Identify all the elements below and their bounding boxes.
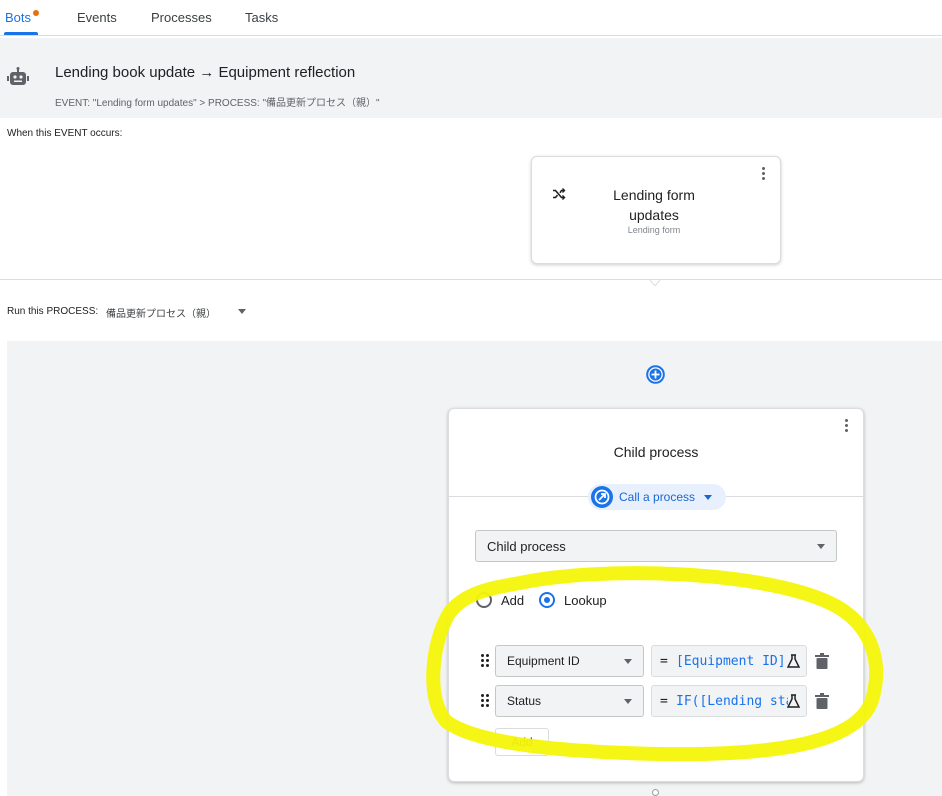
connector-notch (650, 280, 660, 286)
radio-lookup-label: Lookup (564, 593, 607, 608)
column-select-value: Status (507, 694, 542, 708)
process-dropdown-caret-icon[interactable] (238, 309, 246, 314)
chevron-down-icon (624, 659, 632, 664)
step-more-menu-icon[interactable] (845, 419, 849, 433)
section-divider (0, 279, 942, 280)
process-select[interactable]: 備品更新プロセス（親） (106, 305, 216, 320)
expression-field[interactable]: = [Equipment ID] (651, 645, 807, 677)
radio-add-label: Add (501, 593, 525, 608)
expression-text: IF([Lending status] (676, 694, 788, 709)
top-tab-bar: Bots Events Processes Tasks (0, 0, 942, 36)
event-more-menu-icon[interactable] (762, 167, 766, 181)
chevron-down-icon (704, 495, 712, 500)
tab-processes[interactable]: Processes (151, 10, 212, 25)
connector-circle (652, 789, 659, 796)
column-select[interactable]: Equipment ID (495, 645, 644, 677)
tab-bots[interactable]: Bots (5, 10, 31, 25)
flask-icon[interactable] (787, 654, 800, 668)
expression-equals: = (660, 654, 668, 669)
chevron-down-icon (817, 544, 825, 549)
process-section-label: Run this PROCESS: (7, 306, 99, 317)
radio-add[interactable] (476, 592, 492, 608)
chevron-down-icon (624, 699, 632, 704)
event-card[interactable]: Lending form updates Lending form (531, 156, 781, 264)
radio-lookup[interactable] (539, 592, 555, 608)
step-title: Child process (613, 444, 699, 460)
shuffle-icon (553, 188, 566, 200)
active-tab-indicator (4, 32, 38, 35)
bot-subtitle: EVENT: "Lending form updates" > PROCESS:… (55, 98, 380, 109)
column-select[interactable]: Status (495, 685, 644, 717)
flask-icon[interactable] (787, 694, 800, 708)
tab-tasks[interactable]: Tasks (245, 10, 278, 25)
event-card-title: Lending form updates (613, 187, 695, 223)
column-select-value: Equipment ID (507, 654, 580, 668)
expression-field[interactable]: = IF([Lending status] (651, 685, 807, 717)
action-type-label: Call a process (619, 490, 696, 504)
event-section-label: When this EVENT occurs: (7, 128, 123, 139)
bot-title: Lending book update → Equipment reflecti… (55, 64, 356, 81)
robot-icon (7, 67, 29, 85)
action-type-chip[interactable]: Call a process (588, 484, 726, 510)
child-process-select[interactable]: Child process (475, 530, 837, 562)
step-card: Child process Call a process Child proce… (448, 408, 864, 782)
add-step-icon[interactable] (646, 365, 665, 384)
expression-equals: = (660, 694, 668, 709)
call-process-icon (591, 486, 613, 508)
expression-text: [Equipment ID] (676, 654, 786, 669)
tab-events[interactable]: Events (77, 10, 117, 25)
drag-handle-icon[interactable] (481, 694, 490, 708)
trash-icon[interactable] (815, 693, 829, 709)
add-row-button[interactable]: Add (495, 728, 549, 756)
event-card-subtitle: Lending form (627, 225, 681, 235)
notification-dot (33, 10, 39, 16)
drag-handle-icon[interactable] (481, 654, 490, 668)
child-process-value: Child process (487, 539, 566, 554)
trash-icon[interactable] (815, 653, 829, 669)
